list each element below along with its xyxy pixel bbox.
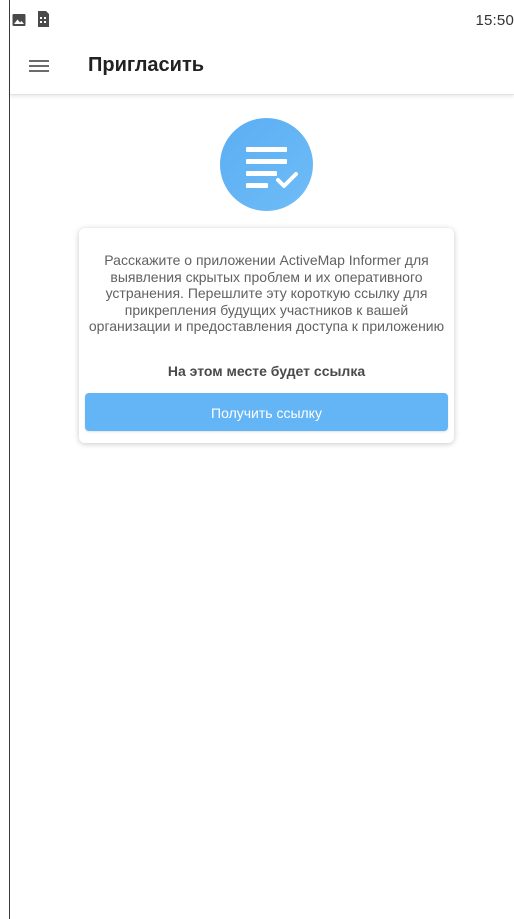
page-title: Пригласить bbox=[88, 54, 205, 76]
frame-edge bbox=[9, 0, 10, 919]
get-link-button[interactable]: Получить ссылку bbox=[85, 393, 448, 431]
invite-card: Расскажите о приложении ActiveMap Inform… bbox=[79, 228, 454, 443]
app-bar: Пригласить bbox=[10, 38, 514, 95]
status-time: 15:50 bbox=[475, 12, 514, 29]
invite-screen: 15:50 Пригласить Расскажите о приложении… bbox=[0, 0, 514, 919]
sim-card-icon bbox=[36, 11, 50, 27]
hamburger-menu-icon[interactable] bbox=[24, 51, 54, 81]
image-icon bbox=[12, 13, 26, 27]
checklist-icon bbox=[220, 118, 313, 211]
invite-link-text[interactable]: На этом месте будет ссылка bbox=[87, 363, 446, 379]
invite-description: Расскажите о приложении ActiveMap Inform… bbox=[88, 252, 445, 335]
status-bar: 15:50 bbox=[10, 0, 514, 38]
